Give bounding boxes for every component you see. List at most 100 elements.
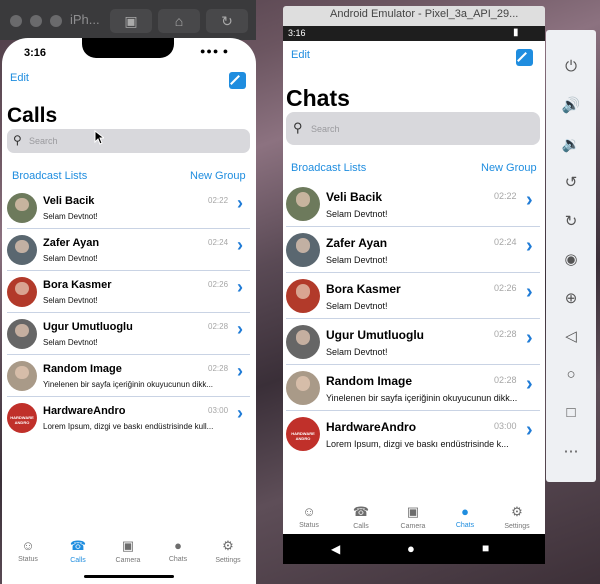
message-time: 02:28 <box>208 322 229 331</box>
tab-settings[interactable]: ⚙ Settings <box>203 538 253 564</box>
tab-status[interactable]: ☺ Status <box>3 538 53 563</box>
chevron-right-icon[interactable]: › <box>526 189 533 212</box>
chevron-right-icon[interactable]: › <box>526 419 533 442</box>
face <box>295 238 311 254</box>
android-search-input[interactable]: ⚲ Search <box>286 112 540 145</box>
ios-new-group-link[interactable]: New Group <box>190 170 246 182</box>
ios-simulator-titlebar: ▣ ⌂ ↻ <box>0 0 256 40</box>
ios-page-title: Calls <box>7 104 58 127</box>
gear-icon: ⚙ <box>511 504 523 519</box>
close-window-button[interactable] <box>10 15 22 27</box>
tab-chats[interactable]: ● Chats <box>153 538 203 563</box>
last-message: Selam Devtnot! <box>326 346 388 357</box>
chat-row[interactable]: Ugur Umutluoglu Selam Devtnot! 02:28 › <box>286 319 540 365</box>
avatar <box>286 187 320 221</box>
compose-icon[interactable] <box>229 72 246 89</box>
android-status-time: 3:16 <box>288 28 306 38</box>
chevron-right-icon[interactable]: › <box>526 327 533 350</box>
chevron-right-icon[interactable]: › <box>237 403 243 424</box>
message-time: 02:24 <box>494 237 517 247</box>
android-edit-button[interactable]: Edit <box>291 49 310 61</box>
tab-label: Calls <box>353 523 369 530</box>
status-icon: ☺ <box>302 504 316 519</box>
chat-row[interactable]: HARDWARE ANDRO HardwareAndro Lorem Ipsum, … <box>286 411 540 457</box>
avatar <box>7 193 37 223</box>
rotate-left-icon[interactable]: ↺ <box>546 173 596 191</box>
tab-chats[interactable]: ● Chats <box>439 504 491 529</box>
camera-icon: ▣ <box>406 504 420 519</box>
chat-row[interactable]: HARDWARE ANDRO HardwareAndro Lorem Ipsum, … <box>7 397 250 439</box>
chat-row[interactable]: Zafer Ayan Selam Devtnot! 02:24 › <box>286 227 540 273</box>
face <box>295 376 311 392</box>
chat-row[interactable]: Random Image Yinelenen bir sayfa içeriğin… <box>286 365 540 411</box>
tab-calls[interactable]: ☎ Calls <box>335 504 387 530</box>
last-message: Selam Devtnot! <box>43 296 98 305</box>
face <box>15 197 29 211</box>
minimize-window-button[interactable] <box>30 15 42 27</box>
chevron-right-icon[interactable]: › <box>237 235 243 256</box>
screenshot-icon[interactable]: ▣ <box>110 9 152 33</box>
search-icon: ⚲ <box>13 133 22 147</box>
rotate-icon[interactable]: ↻ <box>206 9 248 33</box>
tab-status[interactable]: ☺ Status <box>283 504 335 529</box>
rotate-right-icon[interactable]: ↻ <box>546 212 596 230</box>
volume-up-icon[interactable]: 🔊 <box>546 96 596 114</box>
chat-row[interactable]: Zafer Ayan Selam Devtnot! 02:24 › <box>7 229 250 271</box>
recents-icon[interactable]: ■ <box>482 541 489 555</box>
home-icon[interactable]: ⌂ <box>158 9 200 33</box>
chat-bubble-icon: ● <box>174 538 182 553</box>
face <box>15 323 29 337</box>
chat-row[interactable]: Veli Bacik Selam Devtnot! 02:22 › <box>7 187 250 229</box>
back-icon[interactable]: ◁ <box>546 327 596 345</box>
tab-label: Status <box>299 522 319 529</box>
chat-row-text: Ugur Umutluoglu Selam Devtnot! <box>43 321 223 347</box>
tab-camera[interactable]: ▣ Camera <box>103 538 153 564</box>
avatar <box>286 279 320 313</box>
chat-bubble-icon: ● <box>461 504 469 519</box>
tab-label: Chats <box>455 522 475 529</box>
home-icon[interactable]: ● <box>407 541 415 556</box>
chevron-right-icon[interactable]: › <box>237 277 243 298</box>
battery-icon: ▮ <box>513 27 519 38</box>
zoom-icon[interactable]: ⊕ <box>546 289 596 307</box>
ios-search-input[interactable]: ⚲ Search <box>7 129 250 153</box>
android-broadcast-lists-link[interactable]: Broadcast Lists <box>291 162 366 174</box>
chat-row[interactable]: Ugur Umutluoglu Selam Devtnot! 02:28 › <box>7 313 250 355</box>
tab-label: Camera <box>400 523 426 530</box>
power-icon[interactable]: ⏻ <box>546 58 596 75</box>
phone-icon: ☎ <box>352 504 370 519</box>
home-icon[interactable]: ○ <box>546 366 596 383</box>
chevron-right-icon[interactable]: › <box>237 319 243 340</box>
android-new-group-link[interactable]: New Group <box>481 162 537 174</box>
more-icon[interactable]: ⋯ <box>546 442 596 460</box>
chevron-right-icon[interactable]: › <box>237 361 243 382</box>
message-time: 02:28 <box>494 329 517 339</box>
zoom-window-button[interactable] <box>50 15 62 27</box>
avatar: HARDWARE ANDRO <box>7 403 37 433</box>
volume-down-icon[interactable]: 🔉 <box>546 135 596 153</box>
camera-icon[interactable]: ◉ <box>546 250 596 268</box>
chat-row[interactable]: Bora Kasmer Selam Devtnot! 02:26 › <box>7 271 250 313</box>
android-search-icon: ⚲ <box>293 120 303 135</box>
chevron-right-icon[interactable]: › <box>526 235 533 258</box>
ios-status-icons: ●●● ● <box>200 46 230 56</box>
ios-edit-button[interactable]: Edit <box>10 72 29 84</box>
back-icon[interactable]: ◀ <box>331 542 340 556</box>
chat-row[interactable]: Veli Bacik Selam Devtnot! 02:22 › <box>286 181 540 227</box>
tab-camera[interactable]: ▣ Camera <box>387 504 439 530</box>
android-search-placeholder: Search <box>311 124 340 134</box>
contact-name: HardwareAndro <box>43 405 126 417</box>
chat-row[interactable]: Random Image Yinelenen bir sayfa içeriğin… <box>7 355 250 397</box>
chat-row[interactable]: Bora Kasmer Selam Devtnot! 02:26 › <box>286 273 540 319</box>
android-compose-icon[interactable] <box>516 49 533 66</box>
message-time: 02:26 <box>494 283 517 293</box>
ios-broadcast-lists-link[interactable]: Broadcast Lists <box>12 170 87 182</box>
chevron-right-icon[interactable]: › <box>526 281 533 304</box>
chevron-right-icon[interactable]: › <box>237 193 243 214</box>
chevron-right-icon[interactable]: › <box>526 373 533 396</box>
avatar <box>286 371 320 405</box>
last-message: Selam Devtnot! <box>326 254 388 265</box>
tab-calls[interactable]: ☎ Calls <box>53 538 103 564</box>
tab-settings[interactable]: ⚙ Settings <box>491 504 543 530</box>
overview-icon[interactable]: □ <box>546 404 596 421</box>
